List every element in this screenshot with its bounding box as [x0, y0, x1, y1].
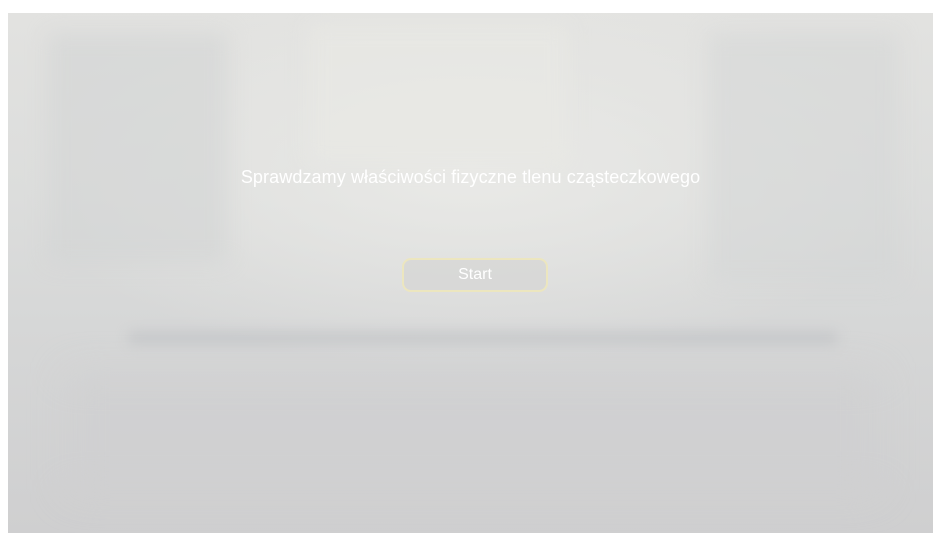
blurred-background-shape — [708, 33, 898, 283]
blurred-background-shape — [308, 23, 568, 163]
page-title: Sprawdzamy właściwości fizyczne tlenu cz… — [240, 167, 701, 187]
intro-screen: Sprawdzamy właściwości fizyczne tlenu cz… — [8, 13, 933, 533]
blurred-background-shape — [128, 331, 838, 345]
start-button[interactable]: Start — [402, 258, 548, 292]
blurred-background-shape — [68, 373, 878, 493]
blurred-background-shape — [48, 33, 228, 263]
